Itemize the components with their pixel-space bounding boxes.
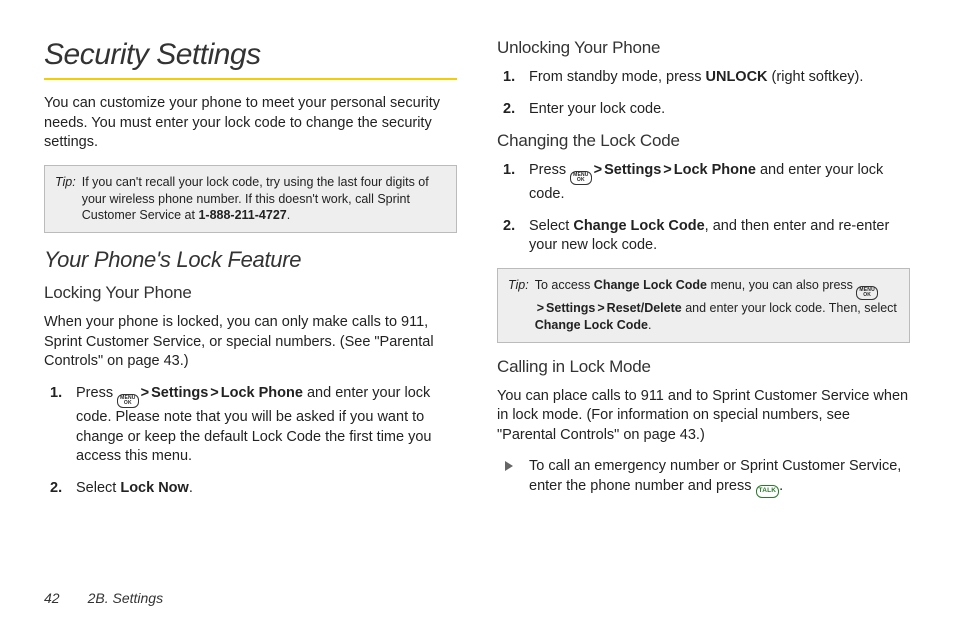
- page-footer: 42 2B. Settings: [44, 590, 163, 606]
- menu-ok-key-icon: MENUOK: [570, 171, 592, 185]
- tip-body: To access Change Lock Code menu, you can…: [535, 277, 899, 334]
- subsection-heading: Unlocking Your Phone: [497, 38, 910, 58]
- step-item: 2. Select Lock Now.: [70, 479, 457, 499]
- left-column: Security Settings You can customize your…: [44, 38, 457, 510]
- subsection-heading: Locking Your Phone: [44, 283, 457, 303]
- step-number: 2.: [503, 100, 515, 120]
- change-steps: 1. Press MENUOK>Settings>Lock Phone and …: [497, 161, 910, 256]
- unlock-steps: 1. From standby mode, press UNLOCK (righ…: [497, 68, 910, 119]
- page-title: Security Settings: [44, 38, 457, 72]
- tip-body: If you can't recall your lock code, try …: [82, 174, 446, 225]
- menu-ok-key-icon: MENUOK: [117, 394, 139, 408]
- calling-bullets: To call an emergency number or Sprint Cu…: [497, 457, 910, 497]
- step-number: 1.: [503, 161, 515, 181]
- menu-ok-key-icon: MENUOK: [856, 286, 878, 300]
- right-column: Unlocking Your Phone 1. From standby mod…: [497, 38, 910, 510]
- step-item: 1. Press MENUOK>Settings>Lock Phone and …: [70, 384, 457, 467]
- section-heading: Your Phone's Lock Feature: [44, 247, 457, 273]
- intro-text: You can customize your phone to meet you…: [44, 94, 457, 153]
- locking-intro: When your phone is locked, you can only …: [44, 313, 457, 372]
- step-number: 2.: [50, 479, 62, 499]
- section-label: 2B. Settings: [88, 590, 164, 606]
- talk-key-icon: TALK: [756, 485, 780, 498]
- step-number: 2.: [503, 217, 515, 237]
- step-number: 1.: [50, 384, 62, 404]
- tip-box: Tip: To access Change Lock Code menu, yo…: [497, 268, 910, 343]
- subsection-heading: Calling in Lock Mode: [497, 357, 910, 377]
- title-underline: [44, 78, 457, 80]
- tip-box: Tip: If you can't recall your lock code,…: [44, 165, 457, 234]
- subsection-heading: Changing the Lock Code: [497, 131, 910, 151]
- tip-label: Tip:: [508, 277, 529, 334]
- page-number: 42: [44, 590, 60, 606]
- locking-steps: 1. Press MENUOK>Settings>Lock Phone and …: [44, 384, 457, 498]
- step-item: 2. Select Change Lock Code, and then ent…: [523, 217, 910, 256]
- bullet-item: To call an emergency number or Sprint Cu…: [523, 457, 910, 497]
- step-item: 1. Press MENUOK>Settings>Lock Phone and …: [523, 161, 910, 205]
- step-number: 1.: [503, 68, 515, 88]
- two-column-layout: Security Settings You can customize your…: [44, 38, 910, 510]
- step-item: 1. From standby mode, press UNLOCK (righ…: [523, 68, 910, 88]
- manual-page: Security Settings You can customize your…: [0, 0, 954, 636]
- calling-intro: You can place calls to 911 and to Sprint…: [497, 387, 910, 446]
- step-item: 2. Enter your lock code.: [523, 100, 910, 120]
- tip-label: Tip:: [55, 174, 76, 225]
